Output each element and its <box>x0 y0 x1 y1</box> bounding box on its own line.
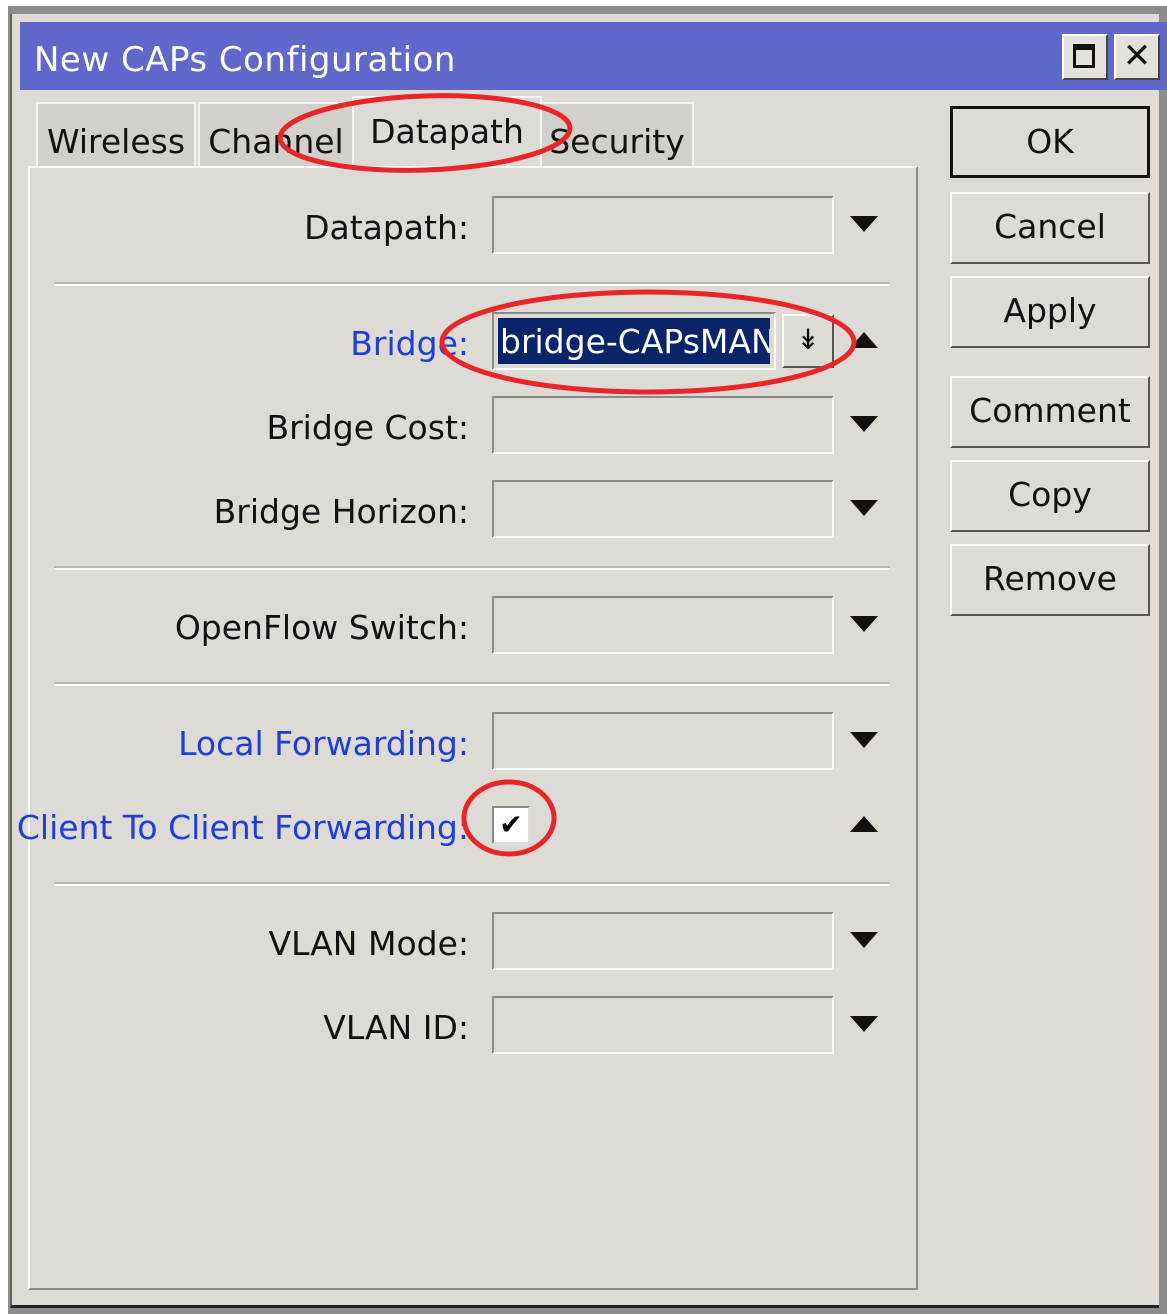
annotation-circle-bridge <box>439 289 857 395</box>
annotation-circle-checkbox <box>461 779 557 857</box>
annotation-overlay <box>277 93 857 857</box>
annotation-circle-datapath-tab <box>277 93 573 173</box>
